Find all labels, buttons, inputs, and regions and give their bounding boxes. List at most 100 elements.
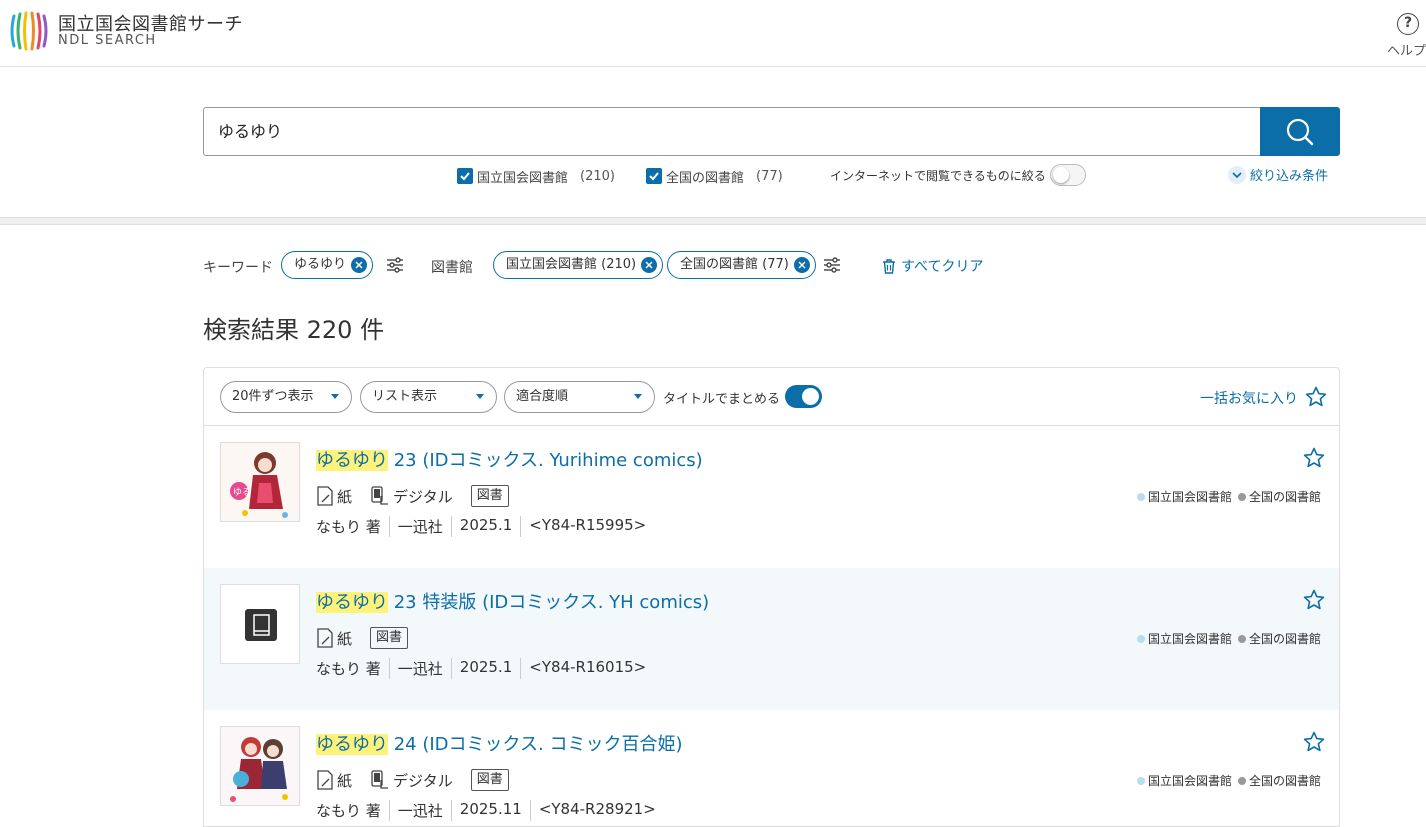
star-outline-icon[interactable]: [1302, 730, 1326, 754]
internet-only-toggle[interactable]: [1050, 164, 1086, 186]
search-input[interactable]: ゆるゆり: [203, 107, 1261, 156]
filter-settings-icon[interactable]: [386, 256, 404, 274]
result-item: ゆるゆり 24 (IDコミックス. コミック百合姫) 紙 デジタル 図書 なもり…: [204, 710, 1339, 826]
result-item: ゆる ゆるゆり 23 (IDコミックス. Yurihime comics) 紙 …: [204, 426, 1339, 569]
format-list: 紙 図書: [316, 626, 409, 650]
result-item: ゆるゆり 23 特装版 (IDコミックス. YH comics) 紙 図書 なも…: [204, 568, 1339, 711]
publisher: 一迅社: [388, 800, 451, 821]
trash-icon: [883, 258, 895, 274]
results-toolbar: 20件ずつ表示 リスト表示 適合度順 タイトルでまとめる 一括お気に入り: [204, 368, 1339, 426]
dot-all-icon: [1238, 492, 1247, 501]
site-header: 国立国会図書館サーチ NDL SEARCH ? ヘルプ: [0, 0, 1426, 67]
library-ndl-filter-chip[interactable]: 国立国会図書館 (210): [493, 251, 664, 279]
holding-all: 全国の図書館: [1249, 632, 1322, 646]
author: なもり 著: [316, 802, 381, 820]
author: なもり 著: [316, 518, 381, 536]
results-panel: 20件ずつ表示 リスト表示 適合度順 タイトルでまとめる 一括お気に入り ゆる …: [203, 367, 1340, 827]
sort-value: 適合度順: [516, 389, 569, 404]
format-digital: デジタル: [370, 770, 453, 791]
bulk-favorite-button[interactable]: 一括お気に入り: [1200, 388, 1298, 408]
clear-all-button[interactable]: すべてクリア: [881, 256, 983, 276]
format-paper-label: 紙: [337, 629, 353, 648]
dropdown-caret-icon: [476, 394, 484, 399]
scope-all-checkbox[interactable]: 全国の図書館 (77): [646, 167, 783, 186]
title-text: 24 (IDコミックス. コミック百合姫): [388, 734, 683, 755]
format-paper-label: 紙: [337, 487, 353, 506]
group-by-title-label: タイトルでまとめる: [663, 392, 781, 407]
library-all-filter-value: 全国の図書館 (77): [680, 257, 789, 272]
filter-conditions-button[interactable]: 絞り込み条件: [1228, 165, 1328, 184]
format-digital: デジタル: [370, 486, 453, 507]
chevron-down-icon: [1228, 165, 1246, 184]
publication-date: 2025.11: [450, 800, 530, 821]
dot-ndl-icon: [1137, 776, 1145, 785]
manga-cover-image: [221, 727, 299, 805]
call-number: <Y84-R28921>: [529, 800, 664, 821]
publication-date: 2025.1: [450, 658, 521, 679]
group-by-title-toggle[interactable]: [785, 385, 822, 408]
paper-document-icon: [317, 486, 333, 506]
dot-all-icon: [1238, 776, 1247, 785]
view-mode-select[interactable]: リスト表示: [360, 381, 497, 413]
scope-all-label: 全国の図書館: [666, 170, 745, 186]
star-outline-icon[interactable]: [1304, 385, 1328, 409]
scope-ndl-label: 国立国会図書館: [477, 170, 569, 186]
format-paper-label: 紙: [337, 771, 353, 790]
paper-document-icon: [317, 770, 333, 790]
call-number: <Y84-R15995>: [520, 516, 654, 537]
remove-filter-icon[interactable]: [641, 257, 658, 273]
dot-ndl-icon: [1137, 634, 1145, 643]
section-divider: [0, 217, 1426, 225]
result-title-link[interactable]: ゆるゆり 23 (IDコミックス. Yurihime comics): [316, 446, 703, 472]
publisher: 一迅社: [388, 516, 451, 537]
title-highlight: ゆるゆり: [316, 734, 388, 755]
format-paper: 紙: [316, 628, 352, 649]
cover-thumbnail[interactable]: [220, 584, 300, 664]
help-icon[interactable]: ?: [1397, 13, 1419, 35]
scope-ndl-count: (210): [580, 168, 615, 184]
view-mode-value: リスト表示: [372, 389, 438, 404]
filter-conditions-label: 絞り込み条件: [1250, 169, 1329, 184]
per-page-value: 20件ずつ表示: [232, 389, 314, 404]
dropdown-caret-icon: [331, 394, 339, 399]
ndl-logo-icon[interactable]: [10, 10, 52, 52]
library-all-filter-chip[interactable]: 全国の図書館 (77): [667, 251, 816, 279]
checkbox-checked-icon: [646, 168, 662, 184]
toggle-knob: [1053, 167, 1069, 183]
paper-document-icon: [317, 628, 333, 648]
sort-select[interactable]: 適合度順: [504, 381, 655, 413]
holding-ndl: 国立国会図書館: [1148, 490, 1233, 504]
cover-thumbnail[interactable]: [220, 726, 300, 806]
star-outline-icon[interactable]: [1302, 446, 1326, 470]
holding-all: 全国の図書館: [1249, 774, 1322, 788]
manga-cover-image: ゆる: [221, 443, 299, 521]
dot-ndl-icon: [1137, 492, 1145, 501]
digital-device-icon: [371, 486, 389, 505]
format-paper: 紙: [316, 486, 352, 507]
toggle-knob: [802, 388, 819, 405]
holdings-info: 国立国会図書館 全国の図書館: [1137, 630, 1321, 647]
svg-text:ゆる: ゆる: [233, 487, 251, 498]
publication-date: 2025.1: [450, 516, 521, 537]
brand-name-en[interactable]: NDL SEARCH: [58, 33, 157, 48]
keyword-filter-chip[interactable]: ゆるゆり: [281, 251, 374, 279]
library-facet-label: 図書館: [431, 260, 473, 276]
holdings-info: 国立国会図書館 全国の図書館: [1137, 488, 1321, 505]
remove-filter-icon[interactable]: [793, 257, 810, 273]
per-page-select[interactable]: 20件ずつ表示: [220, 381, 352, 413]
filter-settings-icon[interactable]: [823, 256, 841, 274]
digital-device-icon: [371, 770, 389, 789]
cover-thumbnail[interactable]: ゆる: [220, 442, 300, 522]
holding-ndl: 国立国会図書館: [1148, 774, 1233, 788]
bibliographic-info: なもり 著 一迅社 2025.1 <Y84-R16015>: [316, 658, 654, 679]
search-button[interactable]: [1260, 107, 1340, 156]
help-label[interactable]: ヘルプ: [1387, 40, 1426, 59]
keyword-facet-label: キーワード: [203, 260, 273, 276]
internet-only-label: インターネットで閲覧できるものに絞る: [830, 169, 1046, 183]
scope-ndl-checkbox[interactable]: 国立国会図書館 (210): [457, 167, 615, 186]
holding-all: 全国の図書館: [1249, 490, 1322, 504]
remove-filter-icon[interactable]: [351, 257, 368, 273]
result-title-link[interactable]: ゆるゆり 24 (IDコミックス. コミック百合姫): [316, 730, 682, 756]
result-title-link[interactable]: ゆるゆり 23 特装版 (IDコミックス. YH comics): [316, 588, 709, 614]
star-outline-icon[interactable]: [1302, 588, 1326, 612]
